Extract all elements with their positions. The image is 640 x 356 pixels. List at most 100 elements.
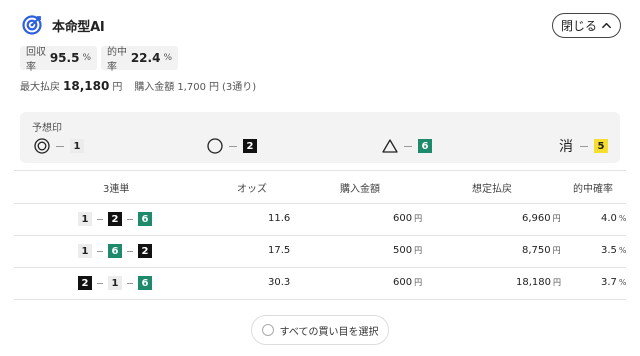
percent-unit: % <box>618 214 627 223</box>
boat-number: 6 <box>418 139 432 153</box>
col-header-probability: 的中確率 <box>573 184 613 195</box>
recovery-rate-badge: 回収率 95.5 % <box>20 46 97 73</box>
dash <box>56 145 64 147</box>
recovery-rate-unit: % <box>82 53 91 63</box>
max-payout-unit: 円 <box>112 82 123 93</box>
yen-unit: 円 <box>553 278 561 287</box>
close-button[interactable]: 閉じる <box>552 13 621 38</box>
circle-icon <box>207 138 223 154</box>
target-icon <box>22 15 42 35</box>
amount-cell: 600 円 <box>393 277 422 288</box>
hit-rate-badge: 的中率 22.4 % <box>101 46 178 73</box>
yen-unit: 円 <box>414 278 423 287</box>
purchase-value: 1,700 <box>177 82 206 93</box>
divider <box>14 299 626 300</box>
triangle-icon <box>382 139 398 153</box>
dash <box>97 250 103 252</box>
boat-number: 6 <box>108 244 122 258</box>
boat-number: 1 <box>78 212 92 226</box>
dash <box>127 282 133 284</box>
probability-value: 4.0 <box>601 213 617 224</box>
chevron-up-icon <box>602 22 611 29</box>
dash <box>97 218 103 220</box>
divider <box>14 267 626 268</box>
odds-value: 11.6 <box>268 213 291 224</box>
payout-cell: 8,750 円 <box>522 245 561 256</box>
dash <box>127 250 133 252</box>
boat-number: 2 <box>108 212 122 226</box>
mark-kesu: 消 5 <box>558 138 608 155</box>
amount-cell: 500 円 <box>393 245 422 256</box>
recovery-rate-label: 回収率 <box>26 47 46 73</box>
percent-unit: % <box>618 246 627 255</box>
probability-cell: 3.5% <box>601 245 627 256</box>
purchase-unit: 円 <box>208 82 219 93</box>
probability-cell: 3.7% <box>601 277 627 288</box>
divider <box>14 235 626 236</box>
eliminate-mark: 消 <box>559 139 573 155</box>
probability-value: 3.7 <box>601 277 617 288</box>
double-circle-icon <box>34 138 50 154</box>
amount-value: 600 <box>393 277 413 288</box>
radio-icon[interactable] <box>261 324 274 336</box>
table-row[interactable]: 1 6 2 <box>78 244 152 258</box>
boat-number: 2 <box>78 276 92 290</box>
select-all-button[interactable]: すべての買い目を選択 <box>251 315 389 345</box>
page-title: 本命型AI <box>52 20 105 35</box>
percent-unit: % <box>618 278 627 287</box>
boat-number: 5 <box>594 139 608 153</box>
amount-cell: 600 円 <box>393 213 422 224</box>
prediction-panel: 予想印 1 2 6 消 5 <box>20 112 620 163</box>
col-header-amount: 購入金額 <box>340 184 380 195</box>
yen-unit: 円 <box>414 214 423 223</box>
col-header-odds: オッズ <box>237 184 267 195</box>
payout-cell: 18,180 円 <box>516 277 561 288</box>
dash <box>580 145 588 147</box>
boat-number: 1 <box>78 244 92 258</box>
boat-number: 1 <box>108 276 122 290</box>
boat-number: 6 <box>138 276 152 290</box>
boat-number: 2 <box>243 139 257 153</box>
col-header-payout: 想定払戻 <box>472 184 512 195</box>
hit-rate-value: 22.4 <box>130 51 161 65</box>
boat-number: 2 <box>138 244 152 258</box>
max-payout-value: 18,180 <box>63 79 110 93</box>
table-row[interactable]: 1 2 6 <box>78 212 152 226</box>
payout-value: 6,960 <box>522 213 551 224</box>
max-payout-label: 最大払戻 <box>20 82 60 93</box>
dash <box>127 218 133 220</box>
odds-value: 17.5 <box>268 245 291 256</box>
divider <box>14 170 626 171</box>
summary-line: 最大払戻 18,180 円 購入金額 1,700 円 (3通り) <box>20 78 256 93</box>
odds-value: 30.3 <box>268 277 291 288</box>
payout-value: 18,180 <box>516 277 551 288</box>
mark-taikou: 2 <box>207 138 257 154</box>
yen-unit: 円 <box>552 246 561 255</box>
hit-rate-unit: % <box>163 53 172 63</box>
purchase-note: (3通り) <box>221 82 257 93</box>
recovery-rate-value: 95.5 <box>49 51 80 65</box>
yen-unit: 円 <box>414 246 423 255</box>
close-label: 閉じる <box>560 19 597 33</box>
header: 本命型AI 閉じる <box>0 0 640 48</box>
boat-number: 1 <box>70 139 84 153</box>
dash <box>97 282 103 284</box>
payout-value: 8,750 <box>522 245 551 256</box>
purchase-label: 購入金額 <box>134 82 175 93</box>
yen-unit: 円 <box>552 214 561 223</box>
col-header-combo: 3連単 <box>103 184 130 195</box>
mark-honmei: 1 <box>34 138 84 154</box>
amount-value: 600 <box>393 213 413 224</box>
divider <box>14 203 626 204</box>
dash <box>404 145 412 147</box>
mark-ana: 6 <box>382 138 432 154</box>
select-all-label: すべての買い目を選択 <box>279 326 379 338</box>
amount-value: 500 <box>393 245 413 256</box>
probability-cell: 4.0% <box>601 213 627 224</box>
boat-number: 6 <box>138 212 152 226</box>
dash <box>229 145 237 147</box>
prediction-label: 予想印 <box>32 123 62 134</box>
table-row[interactable]: 2 1 6 <box>78 276 152 290</box>
payout-cell: 6,960 円 <box>522 213 561 224</box>
probability-value: 3.5 <box>601 245 617 256</box>
